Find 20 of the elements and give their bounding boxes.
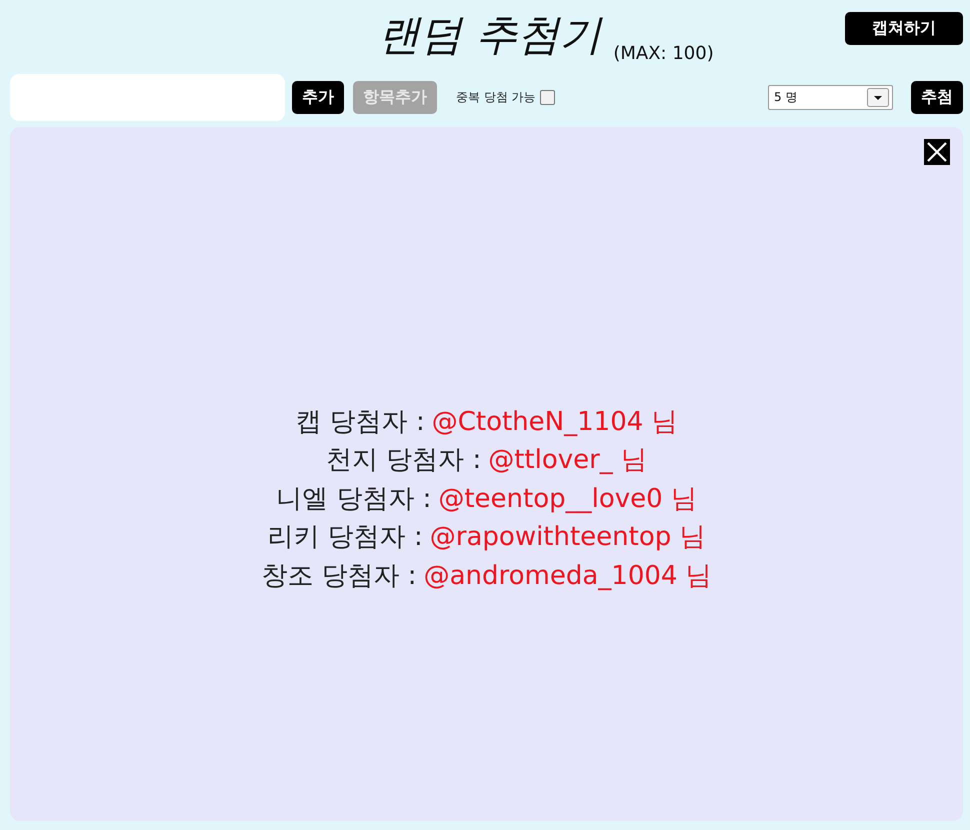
add-button[interactable]: 추가 [292, 80, 344, 114]
capture-button[interactable]: 캡쳐하기 [845, 12, 963, 45]
close-icon[interactable] [924, 139, 950, 165]
winner-label: 천지 당첨자 : [326, 444, 482, 478]
winner-handle: @rapowithteentop 님 [430, 521, 706, 554]
winner-handle: @ttlover_ 님 [488, 444, 648, 478]
app-title: 랜덤 추첨기 [378, 9, 602, 61]
winner-handle: @teentop__love0 님 [438, 482, 697, 516]
winner-label: 캡 당첨자 : [295, 406, 425, 439]
max-limit-text: (MAX: 100) [613, 43, 714, 64]
duplicate-option-label: 중복 당첨 가능 [456, 88, 536, 106]
winner-handle: @andromeda_1004 님 [424, 560, 712, 593]
item-input[interactable] [10, 74, 285, 120]
winner-label: 리키 당첨자 : [267, 521, 423, 554]
winner-label: 창조 당첨자 : [261, 560, 417, 593]
duplicate-checkbox[interactable] [540, 90, 555, 104]
draw-button[interactable]: 추첨 [911, 80, 963, 114]
winner-handle: @CtotheN_1104 님 [432, 406, 678, 439]
winner-label: 니엘 당첨자 : [276, 482, 432, 516]
count-select[interactable]: 5 명 [768, 84, 893, 110]
